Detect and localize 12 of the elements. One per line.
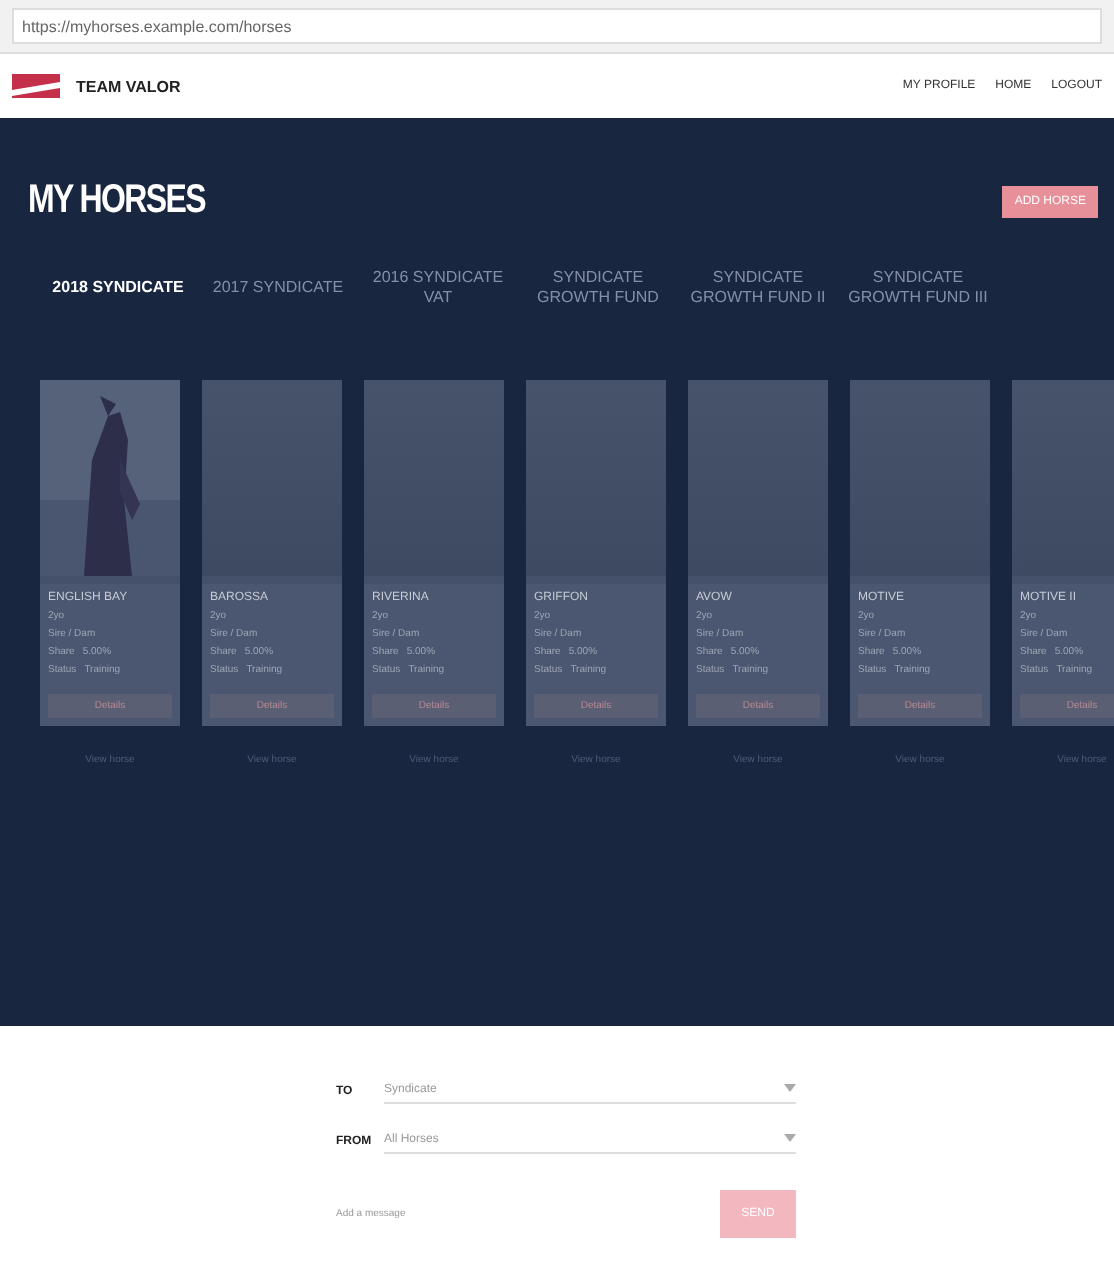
caret-icon (784, 1134, 796, 1142)
syndicate-tab[interactable]: 2017 SYNDICATE (204, 268, 352, 308)
syndicate-tab[interactable]: SYNDICATE GROWTH FUND II (684, 268, 832, 308)
syndicate-tab[interactable]: 2016 SYNDICATE VAT (364, 268, 512, 308)
brand-name: TEAM VALOR (76, 77, 181, 95)
address-bar[interactable]: https://myhorses.example.com/horses (12, 8, 1102, 44)
logo-icon (12, 74, 60, 98)
syndicate-tab[interactable]: SYNDICATE GROWTH FUND III (844, 268, 992, 308)
syndicate-tab[interactable]: 2018 SYNDICATE (44, 268, 192, 308)
page-title: MY HORSES (28, 178, 206, 224)
syndicate-tab[interactable]: SYNDICATE GROWTH FUND (524, 268, 672, 308)
caret-icon (784, 1084, 796, 1092)
